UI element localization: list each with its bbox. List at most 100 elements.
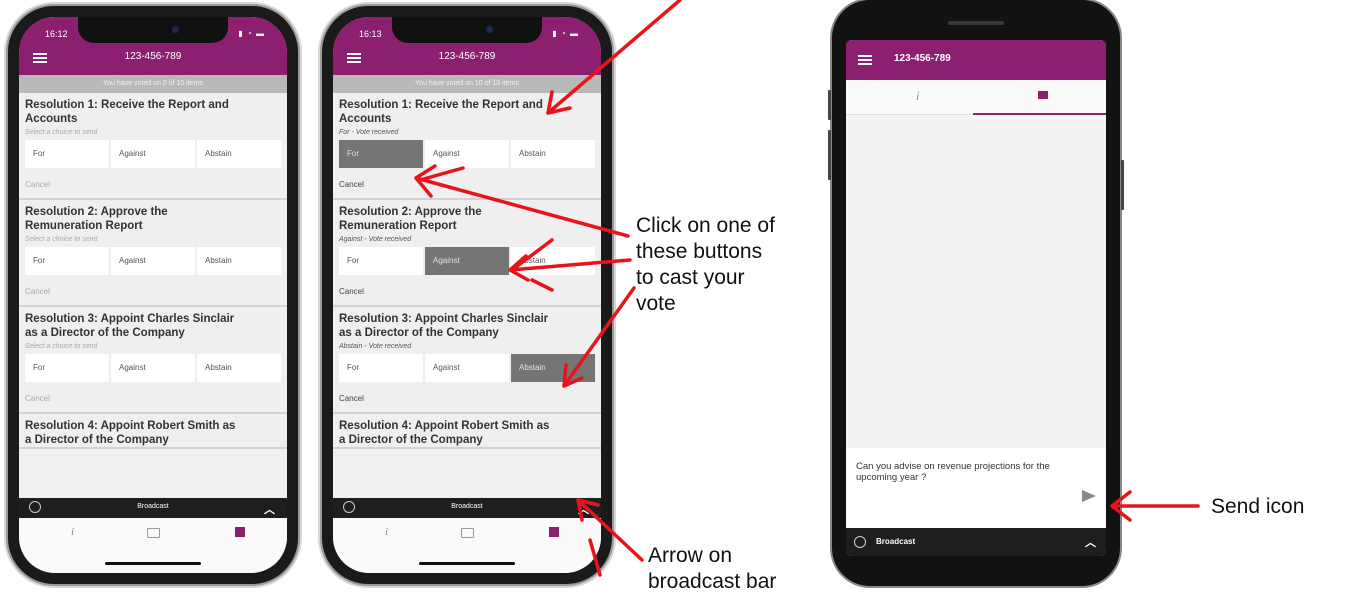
cancel-vote-button[interactable]: Cancel (25, 168, 281, 198)
vote-choices: For Against Abstain (25, 247, 281, 275)
resolution-item: Resolution 3: Appoint Charles Sinclair a… (333, 307, 601, 414)
vote-abstain-button[interactable]: Abstain (511, 140, 595, 168)
cancel-vote-button[interactable]: Cancel (339, 275, 595, 305)
resolution-item: Resolution 2: Approve the Remuneration R… (333, 200, 601, 307)
vote-for-button[interactable]: For (25, 140, 109, 168)
vote-icon[interactable] (235, 527, 245, 537)
cancel-vote-button[interactable]: Cancel (25, 275, 281, 305)
resolution-item: Resolution 1: Receive the Report and Acc… (333, 93, 601, 200)
vote-against-button[interactable]: Against (425, 354, 509, 382)
chat-icon[interactable] (461, 528, 474, 538)
resolution-list[interactable]: Resolution 1: Receive the Report and Acc… (333, 93, 601, 498)
resolution-status: Select a choice to send (25, 343, 98, 350)
callout-line: to cast your (636, 266, 745, 289)
vote-for-button[interactable]: For (339, 247, 423, 275)
vote-for-button[interactable]: For (339, 354, 423, 382)
resolution-item: Resolution 2: Approve the Remuneration R… (19, 200, 287, 307)
vote-for-button[interactable]: For (339, 140, 423, 168)
info-icon[interactable]: i (385, 526, 388, 538)
resolution-item: Resolution 3: Appoint Charles Sinclair a… (19, 307, 287, 414)
vote-progress-banner: You have voted on 10 of 10 items (333, 75, 601, 93)
phone-3-messaging: 123-456-789 i Can you advise on revenue … (828, 0, 1124, 586)
chevron-up-icon[interactable]: ︿ (1085, 534, 1096, 550)
broadcast-arrow-callout: Arrow on broadcast bar (648, 543, 776, 595)
vote-choices: For Against Abstain (25, 140, 281, 168)
broadcast-bar[interactable]: Broadcast ︿ (19, 498, 287, 518)
callout-line: vote (636, 292, 676, 315)
resolution-status: Against - Vote received (339, 236, 412, 243)
app-header: 123-456-789 (846, 40, 1106, 80)
phone-2-voting-voted: 16:13 ▮ ◔ ▬ 123-456-789 You have voted o… (322, 6, 612, 584)
vote-abstain-button[interactable]: Abstain (197, 140, 281, 168)
vote-choices: For Against Abstain (25, 354, 281, 382)
resolution-item: Resolution 4: Appoint Robert Smith as a … (19, 414, 287, 449)
message-compose-area[interactable]: Can you advise on revenue projections fo… (846, 448, 1106, 528)
tab-bar: i (846, 80, 1106, 115)
resolution-title: Resolution 1: Receive the Report and Acc… (25, 99, 229, 125)
notch (78, 17, 228, 43)
status-time: 16:12 (45, 29, 68, 39)
resolution-title: Resolution 3: Appoint Charles Sinclair a… (25, 313, 235, 339)
callout-line: these buttons (636, 240, 763, 263)
send-icon[interactable] (1082, 490, 1096, 502)
callout-line: Arrow on (648, 544, 733, 567)
chat-icon[interactable] (147, 528, 160, 538)
broadcast-bar[interactable]: Broadcast ︿ (846, 528, 1106, 556)
vote-choices: For Against Abstain (339, 354, 595, 382)
vote-for-button[interactable]: For (25, 247, 109, 275)
resolution-status: Select a choice to send (25, 236, 98, 243)
volume-button (828, 130, 831, 180)
resolution-status: Abstain - Vote received (339, 343, 412, 350)
resolution-item: Resolution 4: Appoint Robert Smith as a … (333, 414, 601, 449)
broadcast-label: Broadcast (137, 503, 169, 510)
vote-choices: For Against Abstain (339, 247, 595, 275)
vote-against-button[interactable]: Against (425, 140, 509, 168)
resolution-item: Resolution 1: Receive the Report and Acc… (19, 93, 287, 200)
vote-for-button[interactable]: For (25, 354, 109, 382)
volume-button (828, 90, 831, 120)
message-input[interactable]: Can you advise on revenue projections fo… (856, 461, 1056, 483)
chat-tab-icon[interactable] (1038, 91, 1048, 99)
vote-progress-banner: You have voted on 0 of 10 items (19, 75, 287, 93)
status-time: 16:13 (359, 29, 382, 39)
active-tab-indicator (973, 113, 1106, 115)
chevron-up-icon[interactable]: ︿ (264, 501, 275, 517)
menu-icon[interactable] (858, 55, 872, 65)
vote-against-button[interactable]: Against (111, 140, 195, 168)
resolution-title: Resolution 4: Appoint Robert Smith as a … (339, 420, 550, 446)
callout-line: broadcast bar (648, 570, 777, 593)
resolution-list[interactable]: Resolution 1: Receive the Report and Acc… (19, 93, 287, 498)
power-button (1121, 160, 1124, 210)
cancel-vote-button[interactable]: Cancel (339, 382, 595, 412)
meeting-id-title: 123-456-789 (124, 51, 182, 62)
resolution-title: Resolution 4: Appoint Robert Smith as a … (25, 420, 236, 446)
cancel-vote-button[interactable]: Cancel (25, 382, 281, 412)
vote-abstain-button[interactable]: Abstain (197, 354, 281, 382)
vote-against-button[interactable]: Against (111, 247, 195, 275)
vote-against-button[interactable]: Against (425, 247, 509, 275)
phone-1-voting-unvoted: 16:12 ▮ ◔ ▬ 123-456-789 You have voted o… (8, 6, 298, 584)
status-icons: ▮ ◔ ▬ (238, 29, 265, 38)
vote-choices: For Against Abstain (339, 140, 595, 168)
send-icon-callout: Send icon (1211, 495, 1305, 518)
info-tab-icon[interactable]: i (916, 88, 920, 104)
vote-abstain-button[interactable]: Abstain (511, 354, 595, 382)
vote-icon[interactable] (549, 527, 559, 537)
chevron-up-icon[interactable]: ︿ (578, 501, 589, 517)
broadcast-icon (854, 536, 866, 548)
info-icon[interactable]: i (71, 526, 74, 538)
broadcast-bar[interactable]: Broadcast ︿ (333, 498, 601, 518)
resolution-title: Resolution 2: Approve the Remuneration R… (25, 206, 168, 232)
home-indicator (419, 562, 515, 565)
cancel-vote-button[interactable]: Cancel (339, 168, 595, 198)
front-camera (172, 26, 179, 33)
callout-line: Click on one of (636, 214, 775, 237)
front-camera (486, 26, 493, 33)
broadcast-label: Broadcast (876, 537, 916, 546)
resolution-status: For - Vote received (339, 129, 399, 136)
vote-abstain-button[interactable]: Abstain (511, 247, 595, 275)
vote-abstain-button[interactable]: Abstain (197, 247, 281, 275)
phone-3-screen: 123-456-789 i Can you advise on revenue … (846, 40, 1106, 556)
vote-against-button[interactable]: Against (111, 354, 195, 382)
bottom-nav: i (333, 518, 601, 573)
